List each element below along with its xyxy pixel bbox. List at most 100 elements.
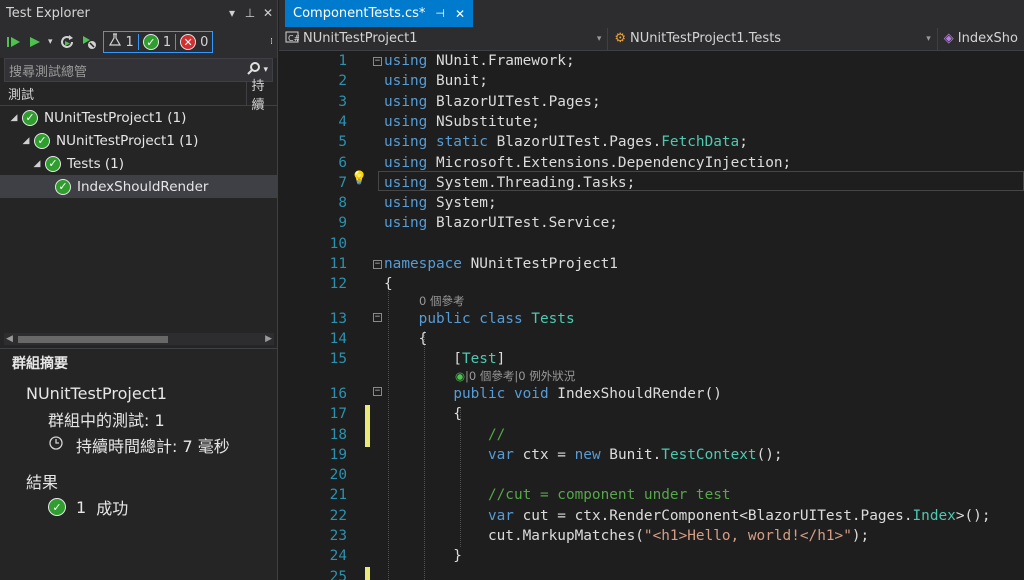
code-line[interactable]: public void IndexShouldRender() bbox=[384, 386, 722, 402]
passed-icon: ✓ bbox=[48, 498, 66, 516]
line-number: 8 bbox=[338, 195, 347, 212]
passed-icon: ✓ bbox=[55, 178, 71, 195]
column-test[interactable]: 測試 bbox=[0, 82, 248, 105]
column-duration[interactable]: 持續 bbox=[247, 75, 277, 113]
tree-node-class[interactable]: ◢ ✓ Tests (1) bbox=[0, 152, 277, 175]
run-dropdown-icon[interactable]: ▾ bbox=[48, 37, 53, 47]
lightbulb-icon[interactable]: 💡 bbox=[351, 171, 367, 186]
line-number: 23 bbox=[329, 528, 347, 545]
change-marker bbox=[365, 405, 370, 447]
line-number: 7 bbox=[338, 174, 347, 191]
test-explorer-title: Test Explorer bbox=[6, 5, 90, 21]
summary-project: NUnitTestProject1 bbox=[26, 384, 167, 403]
expand-arrow-icon[interactable]: ◢ bbox=[20, 136, 32, 146]
run-all-icon[interactable] bbox=[6, 34, 22, 50]
passed-count: 1 bbox=[162, 34, 172, 50]
summary-header: 群組摘要 bbox=[12, 356, 68, 372]
results-row: ✓ 1 成功 bbox=[0, 494, 278, 520]
expand-arrow-icon[interactable]: ◢ bbox=[31, 159, 43, 169]
fold-collapse-icon[interactable]: − bbox=[373, 57, 382, 66]
close-icon[interactable]: ✕ bbox=[259, 6, 277, 20]
counter-group[interactable]: 1 ✓ 1 ✕ 0 bbox=[102, 31, 214, 53]
tree-node-label: NUnitTestProject1 (1) bbox=[44, 109, 187, 126]
tree-node-test[interactable]: ✓ IndexShouldRender bbox=[0, 175, 277, 198]
search-placeholder: 搜尋測試總管 bbox=[9, 64, 88, 80]
code-line[interactable]: [Test] bbox=[384, 351, 505, 367]
code-line[interactable]: { bbox=[384, 276, 393, 292]
class-icon: ⚙ bbox=[614, 31, 627, 46]
code-line[interactable]: using BlazorUITest.Pages; bbox=[384, 94, 601, 110]
project-dropdown[interactable]: C# NUnitTestProject1 ▾ bbox=[279, 27, 609, 50]
tree-node-namespace[interactable]: ◢ ✓ NUnitTestProject1 (1) bbox=[0, 129, 277, 152]
code-line[interactable]: //cut = component under test bbox=[384, 487, 731, 503]
test-search-input[interactable]: 搜尋測試總管 ▾ bbox=[4, 58, 273, 82]
code-line[interactable]: // bbox=[384, 427, 505, 443]
code-line[interactable]: var cut = ctx.RenderComponent<BlazorUITe… bbox=[384, 508, 991, 524]
expand-arrow-icon[interactable]: ◢ bbox=[8, 113, 20, 123]
tab-component-tests[interactable]: ComponentTests.cs* ⊣ ✕ bbox=[285, 0, 474, 27]
codelens-test-status[interactable]: ◉|0 個參考|0 例外狀況 bbox=[455, 368, 575, 384]
code-line[interactable]: using static BlazorUITest.Pages.FetchDat… bbox=[384, 134, 748, 150]
fold-collapse-icon[interactable]: − bbox=[373, 313, 382, 322]
code-line[interactable]: using Microsoft.Extensions.DependencyInj… bbox=[384, 155, 791, 171]
line-number: 22 bbox=[329, 507, 347, 524]
code-line[interactable]: cut.MarkupMatches("<h1>Hello, world!</h1… bbox=[384, 528, 869, 544]
code-area[interactable]: − − − − 💡 1 using NUnit.Framework; 2 using … bbox=[279, 51, 1024, 580]
method-icon: ◈ bbox=[943, 31, 954, 46]
codelens-references[interactable]: 0 個參考 bbox=[419, 293, 464, 309]
line-number: 14 bbox=[329, 331, 347, 348]
tab-title: ComponentTests.cs* bbox=[293, 6, 426, 21]
code-line[interactable]: { bbox=[384, 331, 428, 347]
fold-collapse-icon[interactable]: − bbox=[373, 260, 382, 269]
code-line[interactable]: using NSubstitute; bbox=[384, 114, 540, 130]
code-line[interactable]: using System; bbox=[384, 195, 497, 211]
editor-tabs: ComponentTests.cs* ⊣ ✕ bbox=[279, 0, 1024, 27]
scroll-left-icon[interactable]: ◀ bbox=[6, 334, 13, 344]
member-dropdown[interactable]: ◈ IndexSho bbox=[938, 28, 1024, 50]
class-dropdown[interactable]: ⚙ NUnitTestProject1.Tests ▾ bbox=[608, 27, 938, 50]
code-line[interactable]: } bbox=[384, 548, 462, 564]
run-icon[interactable] bbox=[28, 34, 42, 50]
horizontal-scrollbar[interactable]: ◀ ▶ bbox=[4, 333, 274, 345]
line-number: 1 bbox=[338, 53, 347, 69]
code-line[interactable]: { bbox=[384, 406, 462, 422]
total-count: 1 bbox=[125, 34, 134, 50]
overflow-icon[interactable]: ⁞ bbox=[270, 37, 273, 47]
code-line[interactable]: namespace NUnitTestProject1 bbox=[384, 256, 618, 272]
search-dropdown-icon[interactable]: ▾ bbox=[263, 65, 268, 75]
svg-text:C#: C# bbox=[288, 34, 299, 43]
csharp-project-icon: C# bbox=[285, 30, 301, 48]
nav-class-label: NUnitTestProject1.Tests bbox=[630, 31, 782, 46]
code-line[interactable]: using System.Threading.Tasks; bbox=[384, 175, 635, 191]
pane-splitter[interactable] bbox=[0, 348, 278, 349]
failed-count: 0 bbox=[200, 34, 209, 50]
pin-icon[interactable]: ⊥ bbox=[241, 6, 259, 20]
line-number: 25 bbox=[329, 568, 347, 580]
fold-collapse-icon[interactable]: − bbox=[373, 387, 382, 396]
tree-node-project[interactable]: ◢ ✓ NUnitTestProject1 (1) bbox=[0, 106, 277, 129]
code-line[interactable]: var ctx = new Bunit.TestContext(); bbox=[384, 447, 783, 463]
code-line[interactable]: using Bunit; bbox=[384, 73, 488, 89]
refresh-icon[interactable] bbox=[59, 34, 75, 50]
test-explorer-panel: Test Explorer ▾ ⊥ ✕ ▾ 1 ✓ 1 ✕ 0 ⁞ 搜尋測試總管… bbox=[0, 0, 278, 580]
scroll-right-icon[interactable]: ▶ bbox=[265, 334, 272, 344]
cancel-run-icon[interactable] bbox=[81, 34, 97, 50]
dropdown-icon[interactable]: ▾ bbox=[223, 6, 241, 20]
line-number: 16 bbox=[329, 385, 347, 402]
code-line[interactable]: public class Tests bbox=[384, 311, 575, 327]
dropdown-arrow-icon: ▾ bbox=[926, 33, 931, 44]
passed-icon: ✓ bbox=[34, 132, 50, 149]
tree-node-label: Tests (1) bbox=[67, 155, 125, 172]
code-line[interactable]: using NUnit.Framework; bbox=[384, 53, 575, 69]
close-tab-icon[interactable]: ✕ bbox=[455, 7, 465, 21]
passed-icon: ✓ bbox=[22, 109, 38, 126]
line-number: 21 bbox=[329, 487, 347, 504]
result-text: 成功 bbox=[96, 499, 129, 518]
code-line[interactable]: using BlazorUITest.Service; bbox=[384, 215, 618, 231]
line-number: 11 bbox=[329, 256, 347, 272]
pin-icon[interactable]: ⊣ bbox=[435, 7, 445, 20]
scrollbar-thumb[interactable] bbox=[18, 335, 168, 343]
line-number: 15 bbox=[329, 351, 347, 368]
results-header: 結果 bbox=[26, 473, 59, 492]
summary-duration: 持續時間總計: 7 毫秒 bbox=[76, 437, 230, 456]
